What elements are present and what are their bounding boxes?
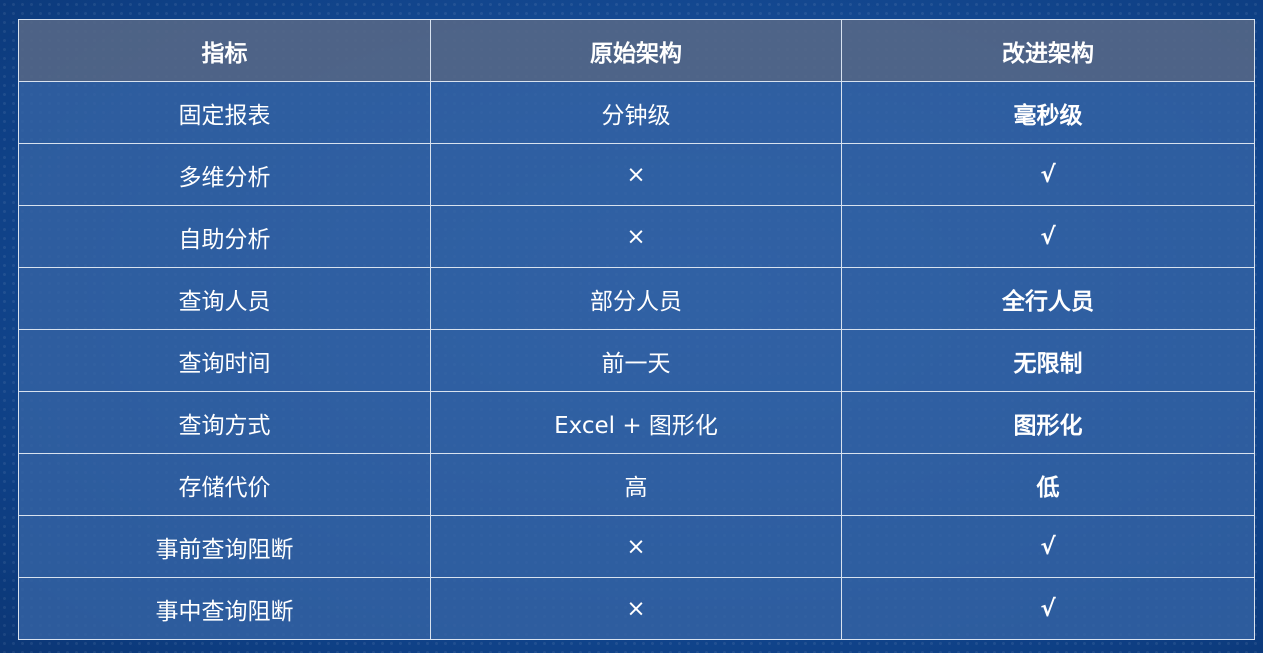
improved-cell: √ [841,515,1255,578]
table-row: 查询时间 前一天 无限制 [18,329,1255,392]
improved-cell: 毫秒级 [841,81,1255,144]
metric-cell: 查询方式 [18,391,431,454]
original-cell: 分钟级 [430,81,842,144]
table-row: 多维分析 × √ [18,143,1255,206]
original-cell: 高 [430,453,842,516]
table-header-row: 指标 原始架构 改进架构 [18,19,1255,82]
improved-cell: √ [841,577,1255,640]
table-row: 查询方式 Excel + 图形化 图形化 [18,391,1255,454]
improved-cell: 低 [841,453,1255,516]
table-row: 自助分析 × √ [18,205,1255,268]
metric-cell: 事中查询阻断 [18,577,431,640]
improved-cell: 图形化 [841,391,1255,454]
table-row: 事中查询阻断 × √ [18,577,1255,640]
improved-cell: √ [841,143,1255,206]
table-row: 存储代价 高 低 [18,453,1255,516]
metric-cell: 固定报表 [18,81,431,144]
metric-cell: 查询时间 [18,329,431,392]
table-row: 查询人员 部分人员 全行人员 [18,267,1255,330]
original-cell: × [430,143,842,206]
header-improved: 改进架构 [841,19,1255,82]
original-cell: 前一天 [430,329,842,392]
improved-cell: 无限制 [841,329,1255,392]
metric-cell: 自助分析 [18,205,431,268]
metric-cell: 查询人员 [18,267,431,330]
original-cell: 部分人员 [430,267,842,330]
metric-cell: 事前查询阻断 [18,515,431,578]
table-row: 事前查询阻断 × √ [18,515,1255,578]
metric-cell: 存储代价 [18,453,431,516]
improved-cell: √ [841,205,1255,268]
original-cell: × [430,205,842,268]
table-row: 固定报表 分钟级 毫秒级 [18,81,1255,144]
comparison-table: 指标 原始架构 改进架构 固定报表 分钟级 毫秒级 多维分析 × √ 自助分析 … [18,19,1255,640]
header-metric: 指标 [18,19,431,82]
original-cell: × [430,577,842,640]
original-cell: Excel + 图形化 [430,391,842,454]
header-original: 原始架构 [430,19,842,82]
improved-cell: 全行人员 [841,267,1255,330]
original-cell: × [430,515,842,578]
metric-cell: 多维分析 [18,143,431,206]
